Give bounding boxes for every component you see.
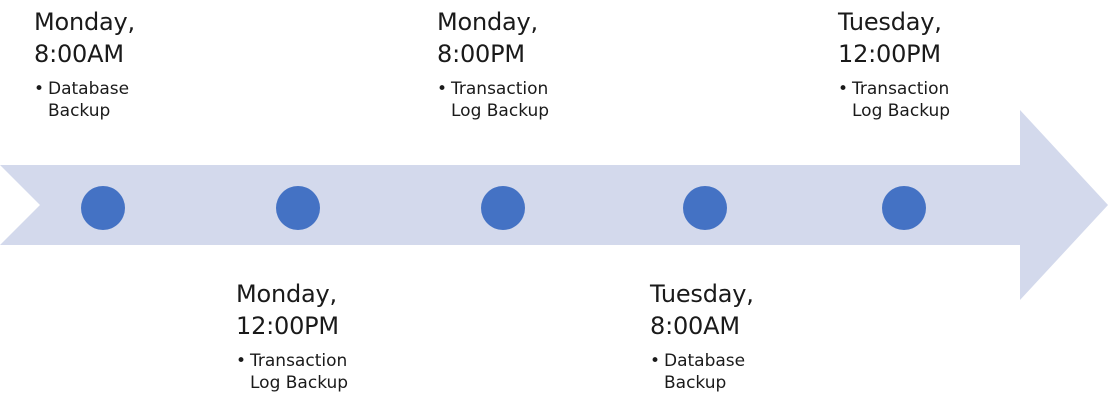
timeline-marker-5 xyxy=(882,186,926,230)
bullet-icon: • xyxy=(437,79,448,99)
event-list: • Database Backup xyxy=(650,350,850,394)
timeline-marker-4 xyxy=(683,186,727,230)
event-date-line2: 8:00AM xyxy=(34,40,124,68)
event-date-line2: 8:00AM xyxy=(650,312,740,340)
event-date: Tuesday, 8:00AM xyxy=(650,278,850,342)
event-item-label: Database Backup xyxy=(664,351,746,393)
bullet-icon: • xyxy=(34,79,45,99)
timeline-marker-1 xyxy=(81,186,125,230)
timeline-event-2: Monday, 12:00PM • Transaction Log Backup xyxy=(236,278,436,394)
event-item-label: Transaction Log Backup xyxy=(250,351,349,393)
bullet-icon: • xyxy=(838,79,849,99)
event-item-label: Transaction Log Backup xyxy=(451,79,550,121)
event-date: Monday, 8:00AM xyxy=(34,6,234,70)
event-date-line1: Tuesday, xyxy=(650,280,754,308)
timeline-marker-3 xyxy=(481,186,525,230)
event-item: • Database Backup xyxy=(650,350,794,394)
event-date-line2: 12:00PM xyxy=(838,40,941,68)
timeline-event-3: Monday, 8:00PM • Transaction Log Backup xyxy=(437,6,637,122)
event-date: Tuesday, 12:00PM xyxy=(838,6,1038,70)
event-date-line1: Monday, xyxy=(34,8,135,36)
timeline-event-5: Tuesday, 12:00PM • Transaction Log Backu… xyxy=(838,6,1038,122)
event-item: • Transaction Log Backup xyxy=(236,350,380,394)
event-list: • Transaction Log Backup xyxy=(437,78,637,122)
bullet-icon: • xyxy=(650,351,661,371)
event-date-line1: Monday, xyxy=(236,280,337,308)
event-item-label: Transaction Log Backup xyxy=(852,79,951,121)
event-date: Monday, 8:00PM xyxy=(437,6,637,70)
timeline-marker-2 xyxy=(276,186,320,230)
event-item: • Transaction Log Backup xyxy=(838,78,982,122)
event-date: Monday, 12:00PM xyxy=(236,278,436,342)
event-item-label: Database Backup xyxy=(48,79,130,121)
timeline-event-1: Monday, 8:00AM • Database Backup xyxy=(34,6,234,122)
event-list: • Database Backup xyxy=(34,78,234,122)
bullet-icon: • xyxy=(236,351,247,371)
event-date-line2: 12:00PM xyxy=(236,312,339,340)
event-date-line2: 8:00PM xyxy=(437,40,525,68)
timeline-arrow xyxy=(0,110,1108,300)
event-date-line1: Tuesday, xyxy=(838,8,942,36)
event-item: • Transaction Log Backup xyxy=(437,78,581,122)
timeline-event-4: Tuesday, 8:00AM • Database Backup xyxy=(650,278,850,394)
event-list: • Transaction Log Backup xyxy=(838,78,1038,122)
event-item: • Database Backup xyxy=(34,78,178,122)
event-list: • Transaction Log Backup xyxy=(236,350,436,394)
event-date-line1: Monday, xyxy=(437,8,538,36)
